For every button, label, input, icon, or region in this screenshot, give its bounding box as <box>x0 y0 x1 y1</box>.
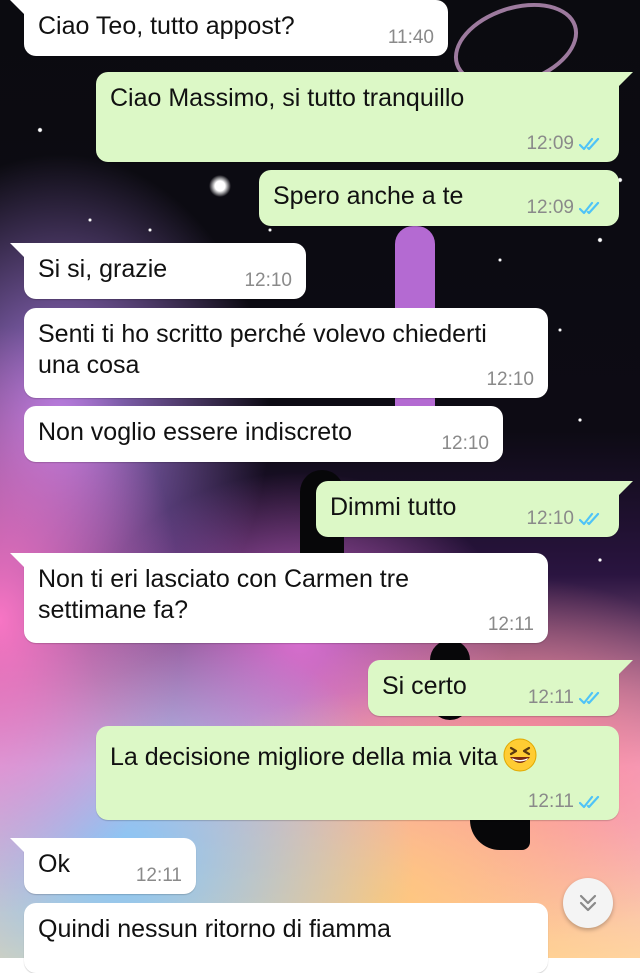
message-meta: 12:10 <box>526 508 605 530</box>
message-text: Ciao Massimo, si tutto tranquillo <box>110 84 465 112</box>
message-meta: 12:11 <box>528 687 605 709</box>
message-time: 12:10 <box>244 270 292 291</box>
double-chevron-down-icon <box>579 894 597 912</box>
double-check-icon <box>579 137 600 151</box>
scroll-to-bottom-button[interactable] <box>563 878 613 928</box>
message-time: 12:09 <box>526 197 574 218</box>
message-outgoing[interactable]: Ciao Massimo, si tutto tranquillo 12:09 <box>96 72 633 162</box>
message-time: 12:11 <box>527 791 574 812</box>
grinning-squinting-face-icon <box>503 738 537 772</box>
message-text-content: La decisione migliore della mia vita <box>110 743 498 771</box>
message-incoming[interactable]: Non voglio essere indiscreto 12:10 <box>24 406 503 462</box>
message-meta: 12:11 <box>528 791 605 813</box>
message-incoming[interactable]: Non ti eri lasciato con Carmen tre setti… <box>10 553 548 643</box>
message-outgoing[interactable]: Dimmi tutto 12:10 <box>316 481 633 537</box>
message-meta: 12:10 <box>244 270 292 292</box>
message-incoming[interactable]: Ciao Teo, tutto appost? 11:40 <box>10 0 448 56</box>
message-incoming[interactable]: Si si, grazie 12:10 <box>10 243 306 299</box>
message-text: La decisione migliore della mia vita <box>110 737 605 773</box>
message-outgoing[interactable]: La decisione migliore della mia vita 12:… <box>96 726 619 820</box>
message-outgoing[interactable]: Si certo 12:11 <box>368 660 633 716</box>
message-text: Non ti eri lasciato con Carmen tre setti… <box>38 565 416 624</box>
message-time: 12:11 <box>527 687 574 708</box>
message-text: Senti ti ho scritto perché volevo chiede… <box>38 320 494 379</box>
message-text: Ciao Teo, tutto appost? <box>38 12 295 40</box>
message-meta: 12:09 <box>526 197 605 219</box>
message-time: 12:09 <box>526 133 574 154</box>
message-outgoing[interactable]: Spero anche a te 12:09 <box>259 170 619 226</box>
message-time: 12:10 <box>486 369 534 390</box>
double-check-icon <box>579 795 600 809</box>
message-meta: 12:11 <box>488 614 534 636</box>
message-time: 12:10 <box>526 508 574 529</box>
message-time: 12:11 <box>487 614 534 635</box>
double-check-icon <box>579 201 600 215</box>
double-check-icon <box>579 512 600 526</box>
message-time: 12:11 <box>135 865 182 886</box>
message-time: 12:10 <box>441 433 489 454</box>
message-meta: 12:10 <box>441 433 489 455</box>
message-meta: 12:11 <box>136 865 182 887</box>
message-incoming[interactable]: Ok 12:11 <box>10 838 196 894</box>
message-meta: 12:09 <box>526 133 605 155</box>
message-time: 11:40 <box>387 27 434 48</box>
message-text: Non voglio essere indiscreto <box>38 418 353 446</box>
message-meta: 12:10 <box>486 369 534 391</box>
message-incoming[interactable]: Senti ti ho scritto perché volevo chiede… <box>24 308 548 398</box>
message-meta: 11:40 <box>388 27 434 49</box>
message-list[interactable]: Ciao Teo, tutto appost? 11:40 Ciao Massi… <box>0 0 640 973</box>
double-check-icon <box>579 691 600 705</box>
message-text: Quindi nessun ritorno di fiamma <box>38 915 391 943</box>
message-incoming[interactable]: Quindi nessun ritorno di fiamma <box>24 903 548 973</box>
